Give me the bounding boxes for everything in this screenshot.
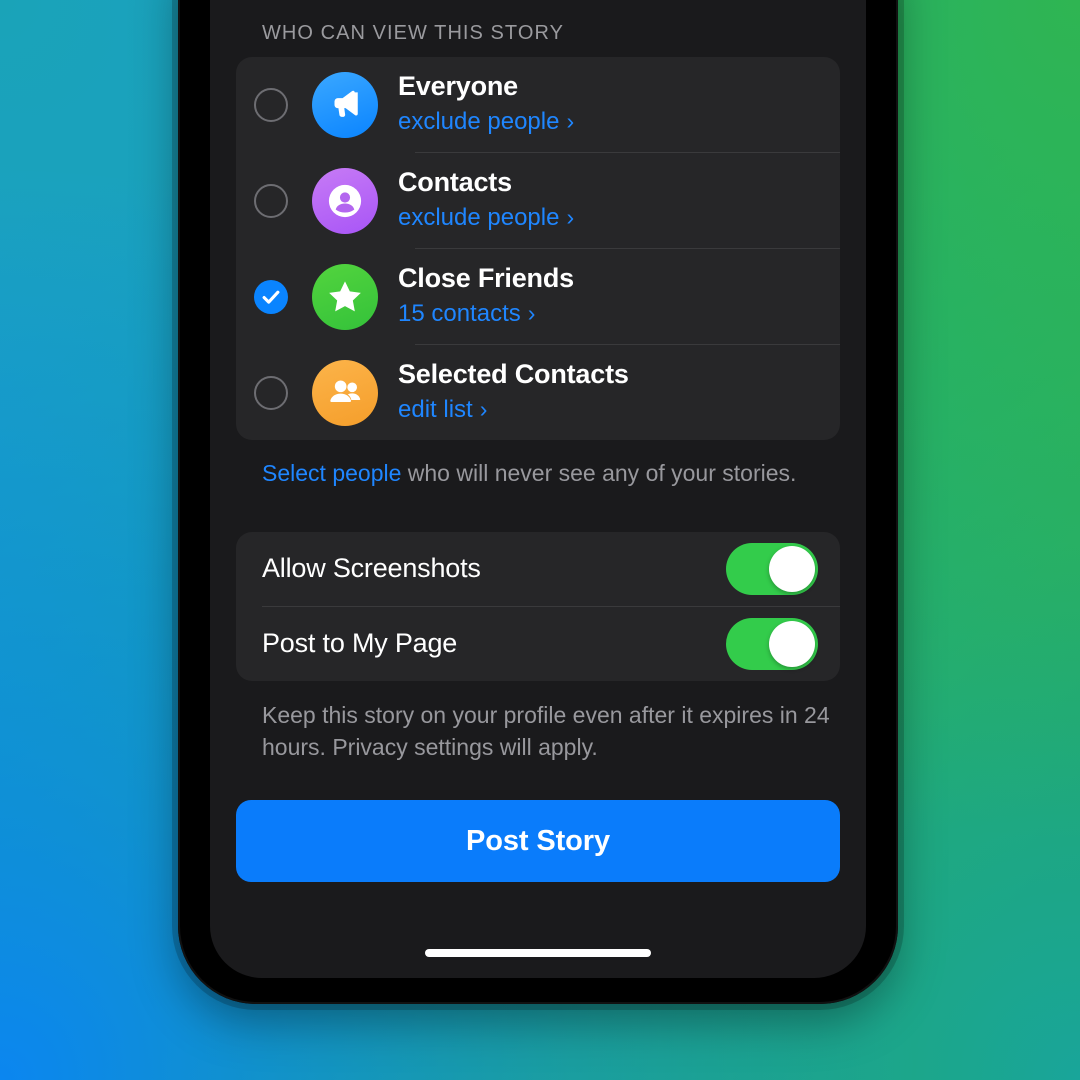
person-circle-icon [312,167,378,234]
switch-knob [769,545,815,592]
audience-option-everyone[interactable]: Everyone exclude people › [236,57,840,152]
audience-footnote-rest: who will never see any of your stories. [401,460,797,486]
audience-option-selected-contacts[interactable]: Selected Contacts edit list › [236,345,840,440]
phone-mockup: WHO CAN VIEW THIS STORY Everyone exclude… [178,0,898,1004]
option-action-link[interactable]: 15 contacts › [398,298,840,330]
option-action-label: exclude people [398,203,560,231]
switch-knob [769,620,815,667]
megaphone-icon [312,71,378,138]
option-title: Close Friends [398,262,574,293]
settings-toggle-card: Allow Screenshots Post to My Page [236,531,840,681]
chevron-right-icon: › [479,396,488,423]
audience-option-contacts[interactable]: Contacts exclude people › [236,153,840,248]
option-action-link[interactable]: edit list › [398,394,840,426]
audience-options-card: Everyone exclude people › Contacts exclu… [236,57,840,440]
toggle-label-post-to-my-page: Post to My Page [262,628,458,659]
option-title: Selected Contacts [398,358,629,389]
radio-everyone[interactable] [254,87,288,122]
option-title: Contacts [398,166,512,197]
select-people-link[interactable]: Select people [262,460,401,486]
toggle-row-allow-screenshots[interactable]: Allow Screenshots [236,532,840,606]
home-indicator[interactable] [425,949,651,957]
group-people-icon [312,359,378,426]
post-story-button[interactable]: Post Story [236,800,840,882]
option-action-label: exclude people [398,107,560,135]
switch-post-to-my-page[interactable] [726,617,818,670]
option-title: Everyone [398,70,518,101]
chevron-right-icon: › [566,204,575,231]
screenshot-canvas: WHO CAN VIEW THIS STORY Everyone exclude… [0,0,1080,1080]
checkmark-icon [262,290,280,304]
toggle-row-post-to-my-page[interactable]: Post to My Page [236,607,840,681]
audience-footnote: Select people who will never see any of … [236,440,840,490]
option-action-link[interactable]: exclude people › [398,202,840,234]
star-icon [312,263,378,330]
chevron-right-icon: › [527,300,536,327]
section-header-who-can-view: WHO CAN VIEW THIS STORY [262,22,564,44]
option-action-label: edit list [398,395,473,423]
audience-option-close-friends[interactable]: Close Friends 15 contacts › [236,249,840,344]
switch-allow-screenshots[interactable] [726,542,818,595]
radio-selected-contacts[interactable] [254,375,288,410]
radio-close-friends-selected[interactable] [254,279,288,314]
option-action-label: 15 contacts [398,299,521,327]
phone-screen: WHO CAN VIEW THIS STORY Everyone exclude… [210,0,866,978]
chevron-right-icon: › [566,108,575,135]
toggles-footnote: Keep this story on your profile even aft… [262,701,830,761]
toggle-label-allow-screenshots: Allow Screenshots [262,553,481,584]
option-action-link[interactable]: exclude people › [398,106,840,138]
radio-contacts[interactable] [254,183,288,218]
